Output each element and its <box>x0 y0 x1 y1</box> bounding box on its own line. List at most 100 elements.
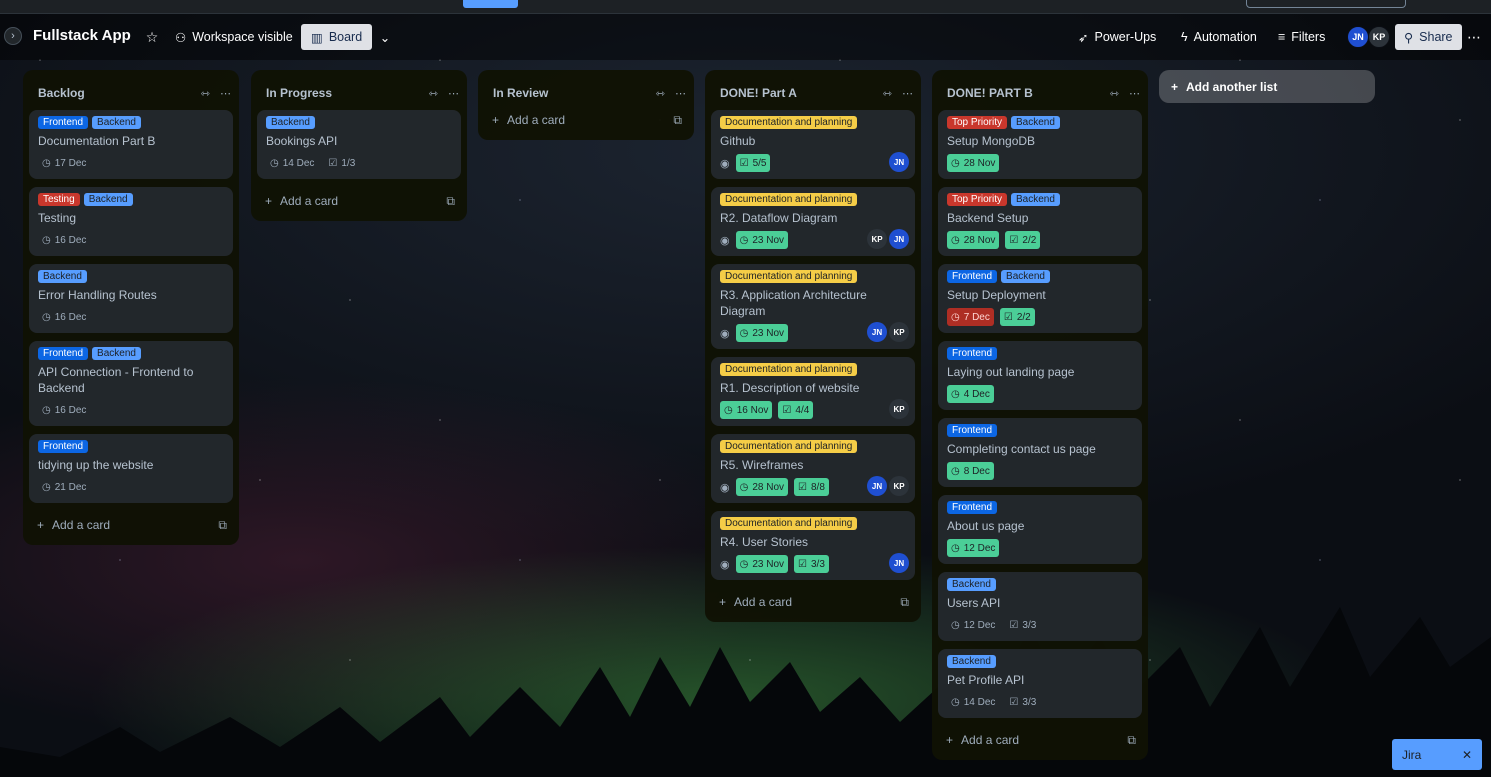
label-backend[interactable]: Backend <box>83 193 133 206</box>
list-more-icon[interactable]: ⋯ <box>448 87 459 100</box>
due-date-badge[interactable]: ◷ 4 Dec <box>947 385 994 403</box>
due-date-badge[interactable]: ◷ 16 Dec <box>38 231 90 249</box>
card[interactable]: Top Priority Backend Backend Setup ◷ 28 Nov ☑… <box>938 187 1142 256</box>
list-more-icon[interactable]: ⋯ <box>1129 87 1140 100</box>
due-date-badge[interactable]: ◷ 28 Nov <box>947 231 1000 249</box>
card[interactable]: Testing Backend Testing ◷ 16 Dec <box>29 187 233 256</box>
close-icon[interactable]: ✕ <box>1462 748 1472 762</box>
label-doc[interactable]: Documentation and planning <box>720 440 858 453</box>
template-icon[interactable]: ⧉ <box>1127 733 1136 748</box>
visibility-button[interactable]: ⚇ Workspace visible <box>169 24 299 50</box>
add-card-button[interactable]: + Add a card ⧉ <box>705 588 921 616</box>
due-date-badge[interactable]: ◷ 16 Nov <box>720 401 773 419</box>
due-date-badge[interactable]: ◷ 8 Dec <box>947 462 994 480</box>
due-date-badge[interactable]: ◷ 23 Nov <box>735 555 789 573</box>
card[interactable]: Documentation and planning R3. Applicatio… <box>711 264 915 349</box>
list-title[interactable]: DONE! Part A <box>720 86 797 100</box>
list-title[interactable]: DONE! PART B <box>947 86 1033 100</box>
list-more-icon[interactable]: ⋯ <box>675 87 686 100</box>
member-avatar-kp[interactable]: KP <box>867 229 887 249</box>
collapse-list-icon[interactable]: ⇿ <box>1110 87 1119 100</box>
label-doc[interactable]: Documentation and planning <box>720 517 858 530</box>
due-date-badge[interactable]: ◷ 28 Nov <box>947 154 1000 172</box>
member-avatar-jn[interactable]: JN <box>889 229 909 249</box>
due-date-badge[interactable]: ◷ 16 Dec <box>38 308 90 326</box>
add-card-button[interactable]: + Add a card ⧉ <box>251 187 467 215</box>
label-backend[interactable]: Backend <box>1011 193 1060 206</box>
list-title[interactable]: In Review <box>493 86 548 100</box>
board-title[interactable]: Fullstack App <box>33 27 131 44</box>
label-frontend[interactable]: Frontend <box>38 440 89 453</box>
due-date-badge[interactable]: ◷ 28 Nov <box>735 478 789 496</box>
add-card-button[interactable]: + Add a card ⧉ <box>932 726 1148 754</box>
template-icon[interactable]: ⧉ <box>900 595 909 610</box>
card[interactable]: Frontend tidying up the website ◷ 21 Dec <box>29 434 233 503</box>
due-date-badge[interactable]: ◷ 7 Dec <box>947 308 994 326</box>
automation-button[interactable]: ϟ Automation <box>1175 24 1263 50</box>
card[interactable]: Backend Error Handling Routes ◷ 16 Dec <box>29 264 233 333</box>
member-avatar-kp[interactable]: KP <box>1368 26 1390 48</box>
global-search-input[interactable] <box>1246 0 1406 8</box>
collapse-list-icon[interactable]: ⇿ <box>656 87 665 100</box>
list-more-icon[interactable]: ⋯ <box>902 87 913 100</box>
star-icon[interactable]: ☆ <box>140 24 164 50</box>
card[interactable]: Documentation and planning Github ◉ ☑ 5/5 JN <box>711 110 915 179</box>
label-frontend[interactable]: Frontend <box>38 116 89 129</box>
card[interactable]: Top Priority Backend Setup MongoDB ◷ 28 Nov <box>938 110 1142 179</box>
filters-button[interactable]: ≡ Filters <box>1272 24 1331 50</box>
label-toppriority[interactable]: Top Priority <box>947 116 1008 129</box>
due-date-badge[interactable]: ◷ 23 Nov <box>735 324 789 342</box>
due-date-badge[interactable]: ◷ 12 Dec <box>947 616 999 634</box>
label-backend[interactable]: Backend <box>92 116 141 129</box>
card[interactable]: Frontend Laying out landing page ◷ 4 Dec <box>938 341 1142 410</box>
collapse-list-icon[interactable]: ⇿ <box>883 87 892 100</box>
card[interactable]: Documentation and planning R4. User Stori… <box>711 511 915 580</box>
card[interactable]: Backend Pet Profile API ◷ 14 Dec ☑ 3/3 <box>938 649 1142 718</box>
due-date-badge[interactable]: ◷ 12 Dec <box>947 539 1000 557</box>
member-avatar-jn[interactable]: JN <box>889 553 909 573</box>
due-date-badge[interactable]: ◷ 23 Nov <box>735 231 789 249</box>
member-avatar-kp[interactable]: KP <box>889 399 909 419</box>
card[interactable]: Documentation and planning R2. Dataflow D… <box>711 187 915 256</box>
due-date-badge[interactable]: ◷ 16 Dec <box>38 401 90 419</box>
label-backend[interactable]: Backend <box>1011 116 1060 129</box>
member-avatar-jn[interactable]: JN <box>889 152 909 172</box>
add-card-button[interactable]: + Add a card ⧉ <box>23 511 239 539</box>
chevron-down-icon[interactable]: ⌄ <box>374 24 396 50</box>
jira-widget[interactable]: Jira ✕ <box>1392 739 1482 770</box>
label-frontend[interactable]: Frontend <box>38 347 89 360</box>
due-date-badge[interactable]: ◷ 14 Dec <box>947 693 999 711</box>
add-another-list-button[interactable]: + Add another list <box>1159 70 1375 103</box>
label-backend[interactable]: Backend <box>266 116 315 129</box>
label-doc[interactable]: Documentation and planning <box>720 363 858 376</box>
template-icon[interactable]: ⧉ <box>673 113 682 128</box>
list-more-icon[interactable]: ⋯ <box>220 87 231 100</box>
member-avatar-kp[interactable]: KP <box>889 476 909 496</box>
due-date-badge[interactable]: ◷ 21 Dec <box>38 478 90 496</box>
label-backend[interactable]: Backend <box>38 270 87 283</box>
template-icon[interactable]: ⧉ <box>446 194 455 209</box>
sidebar-toggle-icon[interactable]: › <box>4 27 22 45</box>
board-view-button[interactable]: ▥ Board <box>301 24 373 50</box>
label-frontend[interactable]: Frontend <box>947 270 998 283</box>
label-doc[interactable]: Documentation and planning <box>720 116 858 129</box>
member-avatar-jn[interactable]: JN <box>867 322 887 342</box>
label-frontend[interactable]: Frontend <box>947 501 998 514</box>
card[interactable]: Frontend Backend Setup Deployment ◷ 7 Dec ☑ 2/… <box>938 264 1142 333</box>
due-date-badge[interactable]: ◷ 14 Dec <box>266 154 318 172</box>
card[interactable]: Documentation and planning R5. Wireframes… <box>711 434 915 503</box>
share-button[interactable]: ⚲ Share <box>1395 24 1462 50</box>
due-date-badge[interactable]: ◷ 17 Dec <box>38 154 90 172</box>
more-icon[interactable]: ⋯ <box>1463 24 1485 50</box>
card[interactable]: Frontend Backend Documentation Part B ◷ 17 D… <box>29 110 233 179</box>
list-title[interactable]: In Progress <box>266 86 332 100</box>
label-doc[interactable]: Documentation and planning <box>720 270 858 283</box>
card[interactable]: Backend Bookings API ◷ 14 Dec ☑ 1/3 <box>257 110 461 179</box>
member-avatar-jn[interactable]: JN <box>867 476 887 496</box>
collapse-list-icon[interactable]: ⇿ <box>429 87 438 100</box>
add-card-button[interactable]: + Add a card ⧉ <box>478 106 694 134</box>
member-avatar-kp[interactable]: KP <box>889 322 909 342</box>
card[interactable]: Frontend Backend API Connection - Frontend… <box>29 341 233 426</box>
label-doc[interactable]: Documentation and planning <box>720 193 858 206</box>
label-backend[interactable]: Backend <box>947 578 996 591</box>
